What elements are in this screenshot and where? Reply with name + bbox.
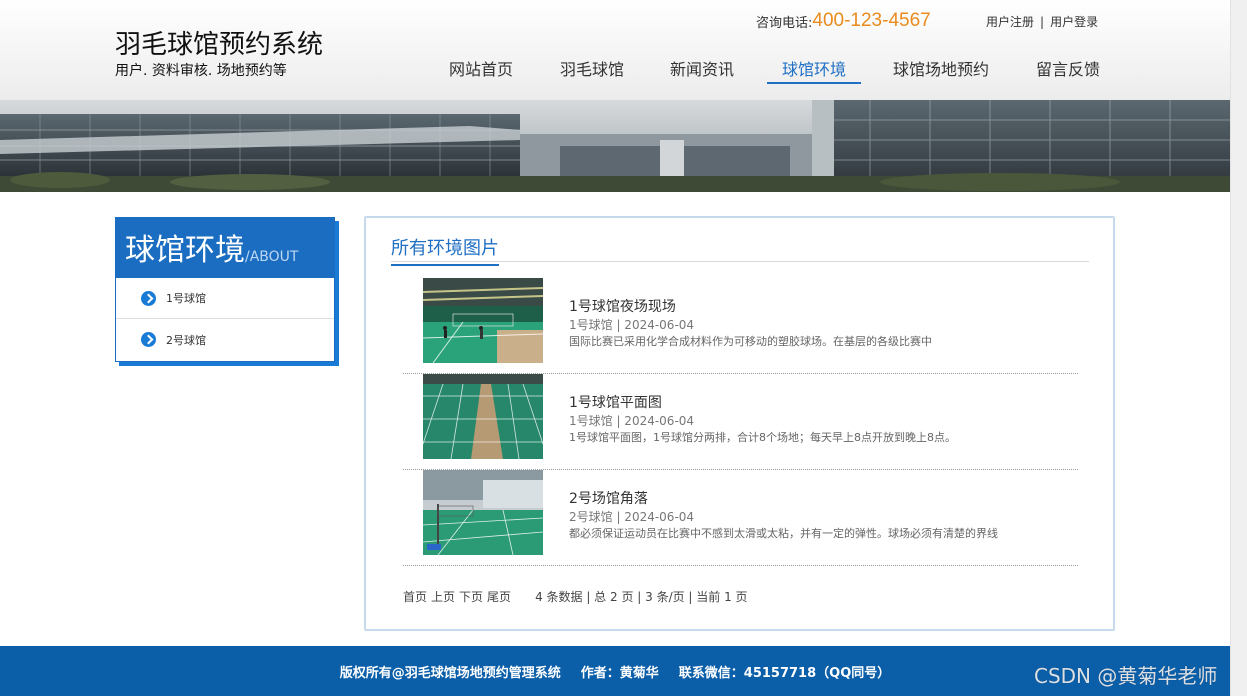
item-description: 1号球馆平面图，1号球馆分两排，合计8个场地；每天早上8点开放到晚上8点。 — [569, 431, 956, 444]
list-item: 2号场馆角落 2号球馆 | 2024-06-04 都必须保证运动员在比赛中不感到… — [403, 470, 1078, 566]
item-title[interactable]: 1号球馆夜场现场 — [569, 296, 676, 316]
item-description: 都必须保证运动员在比赛中不感到太滑或太粘，并有一定的弹性。球场必须有清楚的界线 — [569, 527, 998, 540]
footer-copyright: 版权所有@羽毛球馆场地预约管理系统 — [339, 665, 561, 681]
nav-item-badminton-halls[interactable]: 羽毛球馆 — [560, 56, 624, 80]
footer-author: 作者：黄菊华 — [580, 665, 659, 681]
panel-title-divider — [391, 261, 1089, 262]
sidebar-subtitle: /ABOUT — [245, 249, 299, 265]
watermark-text: CSDN @黄菊华老师 — [1034, 664, 1218, 688]
list-item: 1号球馆平面图 1号球馆 | 2024-06-04 1号球馆平面图，1号球馆分两… — [403, 374, 1078, 470]
nav-item-home[interactable]: 网站首页 — [449, 56, 513, 80]
banner-building-graphic — [0, 100, 1230, 192]
thumbnail-image[interactable] — [423, 278, 543, 363]
user-links-separator: | — [1040, 15, 1045, 29]
pager-info: 4 条数据 | 总 2 页 | 3 条/页 | 当前 1 页 — [535, 590, 748, 604]
sidebar-header: 球馆环境 /ABOUT — [116, 218, 334, 278]
sidebar-item-hall-2[interactable]: 2号球馆 — [116, 319, 334, 360]
thumbnail-image[interactable] — [423, 374, 543, 459]
sidebar-item-label: 2号球馆 — [166, 333, 206, 347]
item-meta: 2号球馆 | 2024-06-04 — [569, 510, 695, 524]
list-item: 1号球馆夜场现场 1号球馆 | 2024-06-04 国际比赛已采用化学合成材料… — [403, 278, 1078, 374]
item-meta: 1号球馆 | 2024-06-04 — [569, 414, 695, 428]
user-links: 用户注册 | 用户登录 — [986, 13, 1098, 30]
chevron-right-icon — [141, 332, 156, 347]
login-link[interactable]: 用户登录 — [1050, 15, 1098, 29]
hotline-number: 400-123-4567 — [812, 10, 931, 31]
sidebar-item-label: 1号球馆 — [166, 292, 206, 305]
item-meta: 1号球馆 | 2024-06-04 — [569, 318, 695, 332]
sidebar-title: 球馆环境 — [125, 233, 245, 268]
item-title[interactable]: 2号场馆角落 — [569, 488, 648, 508]
pager-last[interactable]: 尾页 — [487, 590, 511, 604]
nav-item-environment[interactable]: 球馆环境 — [782, 56, 846, 80]
main-nav: 网站首页 羽毛球馆 新闻资讯 球馆环境 球馆场地预约 留言反馈 — [0, 56, 1230, 86]
hotline: 咨询电话: 400-123-4567 — [756, 8, 931, 34]
register-link[interactable]: 用户注册 — [986, 15, 1034, 29]
nav-item-court-booking[interactable]: 球馆场地预约 — [893, 56, 989, 80]
banner-image — [0, 100, 1230, 192]
sidebar: 球馆环境 /ABOUT 1号球馆 2号球馆 — [115, 217, 335, 362]
pager-prev[interactable]: 上页 — [431, 590, 455, 604]
vertical-scrollbar[interactable] — [1230, 0, 1247, 696]
item-title[interactable]: 1号球馆平面图 — [569, 392, 662, 412]
hotline-label: 咨询电话: — [756, 15, 813, 31]
sidebar-item-hall-1[interactable]: 1号球馆 — [116, 278, 334, 319]
thumbnail-image[interactable] — [423, 470, 543, 555]
pager-next[interactable]: 下页 — [459, 590, 483, 604]
nav-active-indicator — [767, 82, 861, 84]
item-description: 国际比赛已采用化学合成材料作为可移动的塑胶球场。在基层的各级比赛中 — [569, 335, 932, 348]
pager-first[interactable]: 首页 — [403, 590, 427, 604]
site-header: 羽毛球馆预约系统 用户. 资料审核. 场地预约等 咨询电话: 400-123-4… — [0, 0, 1230, 100]
nav-item-feedback[interactable]: 留言反馈 — [1036, 56, 1100, 80]
pagination: 首页 上页 下页 尾页 4 条数据 | 总 2 页 | 3 条/页 | 当前 1 页 — [403, 588, 748, 605]
chevron-right-icon — [141, 290, 156, 306]
environment-panel: 所有环境图片 1号球馆夜场现场 1号球馆 | 2024-06-04 国际比赛已采… — [364, 216, 1115, 631]
nav-item-news[interactable]: 新闻资讯 — [670, 56, 734, 80]
footer-contact: 联系微信：45157718（QQ同号） — [678, 665, 891, 681]
